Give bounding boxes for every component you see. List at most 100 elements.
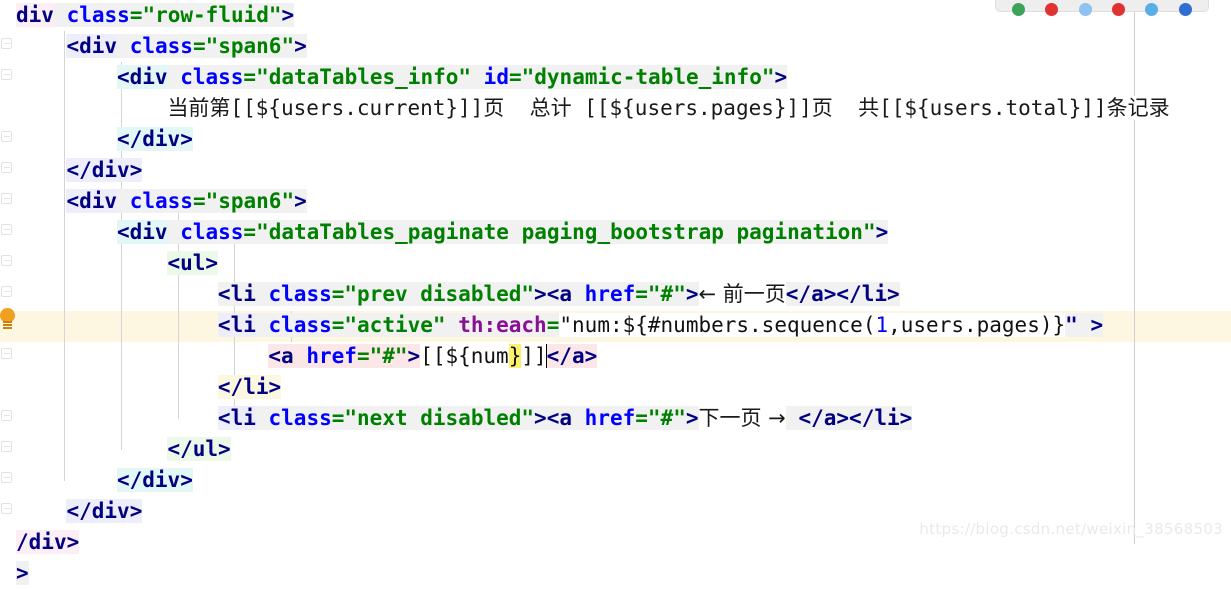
code-token: class (129, 189, 193, 213)
code-token (117, 34, 130, 58)
toolbar-action-icon[interactable] (1012, 3, 1026, 16)
code-token: > (886, 282, 900, 306)
code-line[interactable]: <li class="prev disabled"><a href="#">← … (217, 279, 900, 310)
code-token (255, 282, 269, 306)
code-line[interactable]: > (16, 558, 29, 589)
code-token: </ (849, 406, 875, 430)
code-line[interactable]: </ul> (167, 434, 231, 465)
toolbar-action-icon[interactable] (1078, 3, 1092, 16)
fold-marker-icon[interactable] (1, 286, 12, 297)
code-token (167, 65, 181, 89)
code-token: li (230, 406, 256, 430)
code-token: </ (116, 468, 143, 492)
fold-marker-icon[interactable] (1, 255, 12, 266)
code-line[interactable]: </div> (66, 496, 143, 527)
code-line[interactable]: <div class="span6"> (66, 31, 307, 62)
code-token: div (79, 189, 118, 213)
code-token: > (685, 406, 699, 430)
code-token: num:${#numbers.sequence( (572, 313, 876, 337)
code-token: = (508, 65, 522, 89)
code-editor[interactable]: div class="row-fluid"> <div class="span6"… (0, 0, 1231, 585)
code-line[interactable]: <div class="dataTables_info" id="dynamic… (116, 62, 788, 93)
indent-guide (121, 62, 122, 450)
code-token: class (66, 3, 130, 27)
code-token: class (268, 406, 332, 430)
code-token (255, 406, 269, 430)
fold-marker-icon[interactable] (1, 131, 12, 142)
code-line[interactable]: <div class="dataTables_paginate paging_b… (116, 217, 889, 248)
code-token: "span6" (205, 189, 295, 213)
code-token: </ (217, 375, 244, 399)
code-line[interactable]: <li class="next disabled"><a href="#">下一… (217, 403, 913, 434)
code-token: < (546, 282, 560, 306)
toolbar-action-icon[interactable] (1112, 3, 1126, 16)
code-line[interactable]: </div> (116, 465, 193, 496)
code-token: 当前第[[${users.current}]]页 总计 [[${users.pa… (167, 96, 1170, 120)
code-token: > (294, 34, 307, 58)
code-token: > (685, 282, 699, 306)
code-token: "dataTables_info" (256, 65, 472, 89)
fold-marker-icon[interactable] (1, 69, 12, 80)
code-token: ul (180, 251, 206, 275)
code-token: < (66, 34, 80, 58)
code-token: > (180, 127, 193, 151)
floating-action-toolbar[interactable] (995, 0, 1209, 16)
code-token: > (774, 65, 788, 89)
code-line[interactable]: <ul> (167, 248, 219, 279)
code-token (1077, 313, 1091, 337)
code-token: > (875, 220, 889, 244)
fold-marker-icon[interactable] (1, 472, 12, 483)
code-token: " (559, 313, 573, 337)
code-token: "row-fluid" (142, 3, 282, 27)
code-token: = (546, 313, 560, 337)
code-line[interactable]: 当前第[[${users.current}]]页 总计 [[${users.pa… (167, 93, 1170, 124)
code-token: < (546, 406, 560, 430)
code-line[interactable]: </li> (217, 372, 282, 403)
code-token: div (79, 34, 118, 58)
code-token: class (180, 65, 244, 89)
code-line[interactable]: <a href="#">[[${num}]]</a> (268, 341, 598, 372)
code-token: > (218, 437, 231, 461)
code-line[interactable]: </div> (116, 124, 193, 155)
code-token: > (534, 282, 547, 306)
code-token: < (268, 344, 282, 368)
code-token: </ (785, 282, 812, 306)
fold-marker-icon[interactable] (1, 441, 12, 452)
intention-bulb-icon[interactable] (0, 308, 15, 330)
fold-marker-icon[interactable] (1, 224, 12, 235)
code-line[interactable]: <li class="active" th:each="num:${#numbe… (217, 310, 1104, 341)
fold-marker-icon[interactable] (1, 193, 12, 204)
code-token: a (571, 344, 585, 368)
code-line[interactable]: <div class="span6"> (66, 186, 307, 217)
code-token: a (559, 282, 573, 306)
toolbar-action-icon[interactable] (1045, 3, 1059, 16)
code-token: = (243, 65, 257, 89)
code-token: </ (116, 127, 143, 151)
code-token: "#" (647, 406, 686, 430)
code-token: ]] (521, 344, 547, 368)
code-token: < (116, 65, 130, 89)
code-token: id (483, 65, 509, 89)
code-token: "prev disabled" (344, 282, 535, 306)
fold-marker-icon[interactable] (1, 38, 12, 49)
code-line[interactable]: </div> (66, 155, 143, 186)
code-token: a (281, 344, 294, 368)
toolbar-action-icon[interactable] (1145, 3, 1159, 16)
code-token: "#" (369, 344, 408, 368)
code-token: > (407, 344, 421, 368)
code-token: </ (798, 406, 824, 430)
code-token: / (16, 530, 29, 554)
code-token: > (16, 561, 29, 585)
code-token: > (899, 406, 913, 430)
code-token: "#" (647, 282, 686, 306)
fold-marker-icon[interactable] (1, 348, 12, 359)
code-token: "next disabled" (344, 406, 535, 430)
editor-gutter[interactable] (0, 0, 16, 544)
fold-marker-icon[interactable] (1, 503, 12, 514)
toolbar-action-icon[interactable] (1178, 3, 1192, 16)
code-token: < (217, 406, 231, 430)
fold-marker-icon[interactable] (1, 410, 12, 421)
code-line[interactable]: div class="row-fluid"> (16, 0, 295, 31)
code-line[interactable]: /div> (16, 527, 80, 558)
fold-marker-icon[interactable] (1, 162, 12, 173)
